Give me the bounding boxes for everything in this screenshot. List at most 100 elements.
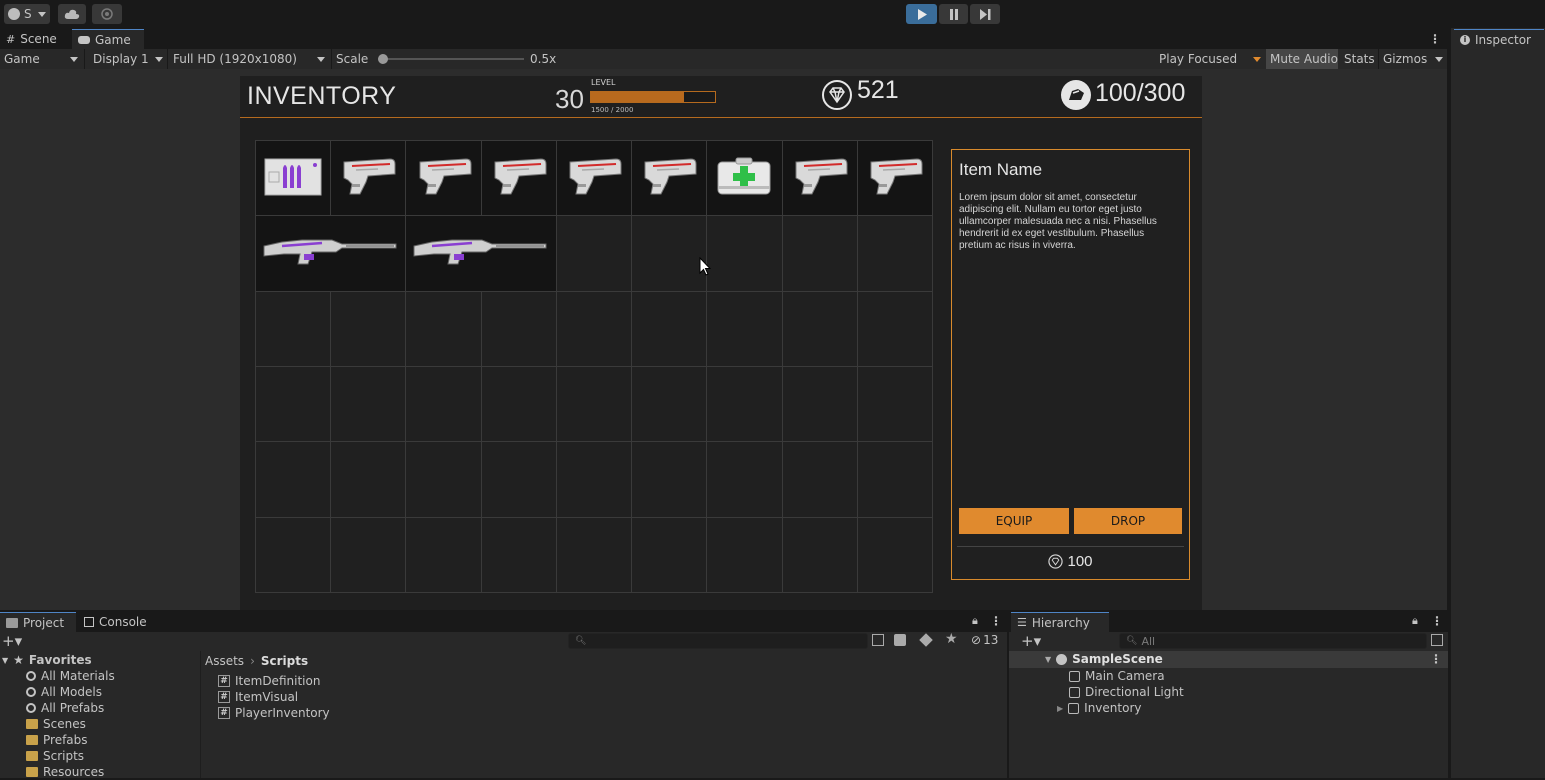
tab-scene[interactable]: # Scene: [0, 29, 63, 49]
hierarchy-object[interactable]: ▶ Inventory: [1057, 700, 1141, 716]
inventory-slot[interactable]: [781, 215, 858, 292]
folder-item[interactable]: Scenes: [26, 716, 86, 732]
label-icon[interactable]: [919, 633, 933, 647]
inventory-slot[interactable]: [706, 516, 783, 593]
inventory-item-pistol[interactable]: [856, 140, 933, 217]
inventory-item-pistol[interactable]: [781, 140, 858, 217]
inventory-slot[interactable]: [706, 215, 783, 292]
add-icon[interactable]: +▾: [1021, 632, 1041, 650]
display-dropdown[interactable]: Display 1: [89, 49, 167, 69]
inventory-slot[interactable]: [480, 516, 557, 593]
script-file[interactable]: # ItemVisual: [218, 689, 298, 705]
expand-arrow-icon[interactable]: ▶: [1057, 704, 1063, 713]
search-scope-icon[interactable]: [1431, 634, 1443, 646]
inventory-slot[interactable]: [555, 215, 633, 292]
inventory-slot[interactable]: [480, 290, 557, 367]
scale-slider[interactable]: [378, 54, 524, 64]
inventory-slot[interactable]: [706, 290, 783, 367]
inventory-slot[interactable]: [555, 366, 633, 443]
inventory-slot[interactable]: [555, 290, 633, 367]
inventory-slot[interactable]: [856, 441, 933, 518]
inventory-slot[interactable]: [555, 441, 633, 518]
inventory-slot[interactable]: [706, 366, 783, 443]
hierarchy-search-input[interactable]: 🔍︎ All: [1119, 633, 1427, 649]
favorite-item[interactable]: All Prefabs: [26, 700, 104, 716]
mute-audio-toggle[interactable]: Mute Audio: [1266, 49, 1338, 69]
pause-button[interactable]: [939, 4, 968, 24]
inventory-item-pistol[interactable]: [555, 140, 633, 217]
inventory-slot[interactable]: [706, 441, 783, 518]
inventory-slot[interactable]: [255, 290, 332, 367]
more-icon[interactable]: ⋮: [1430, 652, 1442, 666]
inventory-slot[interactable]: [255, 441, 332, 518]
inventory-item-pistol[interactable]: [480, 140, 557, 217]
inventory-item-rifle[interactable]: [255, 215, 407, 292]
inventory-slot[interactable]: [631, 366, 708, 443]
tab-console[interactable]: Console: [78, 612, 153, 632]
breadcrumb-assets[interactable]: Assets: [205, 654, 244, 668]
play-focused-dropdown[interactable]: Play Focused: [1155, 49, 1265, 69]
scene-row[interactable]: ▼ SampleScene ⋮: [1009, 651, 1448, 668]
hidden-packages-toggle[interactable]: ⊘ 13: [971, 633, 998, 647]
lock-icon[interactable]: 🔒︎: [1412, 614, 1418, 628]
inventory-slot[interactable]: [631, 290, 708, 367]
favorite-item[interactable]: All Models: [26, 684, 102, 700]
drop-button[interactable]: DROP: [1074, 508, 1182, 534]
tab-project[interactable]: Project: [0, 612, 76, 632]
inventory-item-pistol[interactable]: [405, 140, 482, 217]
scale-slider-handle[interactable]: [378, 54, 388, 64]
inventory-slot[interactable]: [405, 516, 482, 593]
filter-type-icon[interactable]: [894, 634, 906, 646]
inventory-slot[interactable]: [856, 290, 933, 367]
inventory-slot[interactable]: [255, 366, 332, 443]
project-search-input[interactable]: 🔍︎: [568, 633, 868, 649]
inventory-item-medkit[interactable]: [706, 140, 783, 217]
favorite-star-icon[interactable]: ★: [945, 631, 958, 647]
inventory-slot[interactable]: [405, 366, 482, 443]
inventory-slot[interactable]: [856, 215, 933, 292]
stats-toggle[interactable]: Stats: [1340, 49, 1378, 69]
inventory-slot[interactable]: [781, 441, 858, 518]
favorite-item[interactable]: All Materials: [26, 668, 115, 684]
step-button[interactable]: [970, 4, 1000, 24]
inventory-slot[interactable]: [255, 516, 332, 593]
equip-button[interactable]: EQUIP: [959, 508, 1069, 534]
favorites-header[interactable]: ▼ ★ Favorites: [2, 652, 92, 668]
inventory-slot[interactable]: [330, 366, 407, 443]
search-scope-icon[interactable]: [872, 634, 884, 646]
script-file[interactable]: # PlayerInventory: [218, 705, 330, 721]
add-icon[interactable]: +▾: [2, 632, 22, 650]
tab-hierarchy[interactable]: ☰ Hierarchy: [1011, 612, 1109, 632]
inventory-slot[interactable]: [405, 441, 482, 518]
inventory-slot[interactable]: [856, 516, 933, 593]
inventory-item-rifle[interactable]: [405, 215, 557, 292]
script-file[interactable]: # ItemDefinition: [218, 673, 320, 689]
folder-item[interactable]: Prefabs: [26, 732, 88, 748]
more-icon[interactable]: ⋮: [990, 614, 1002, 628]
more-icon[interactable]: ⋮: [1431, 614, 1443, 628]
play-button[interactable]: [906, 4, 937, 24]
inventory-slot[interactable]: [781, 290, 858, 367]
inventory-slot[interactable]: [856, 366, 933, 443]
inventory-slot[interactable]: [781, 516, 858, 593]
resolution-dropdown[interactable]: Full HD (1920x1080): [169, 49, 329, 69]
game-mode-dropdown[interactable]: Game: [0, 49, 82, 69]
breadcrumb-scripts[interactable]: Scripts: [261, 654, 308, 668]
tab-inspector[interactable]: i Inspector: [1454, 29, 1544, 49]
inventory-slot[interactable]: [480, 366, 557, 443]
inventory-slot[interactable]: [631, 215, 708, 292]
inventory-slot[interactable]: [330, 516, 407, 593]
cloud-icon[interactable]: [58, 4, 86, 24]
inventory-slot[interactable]: [480, 441, 557, 518]
lock-icon[interactable]: 🔒︎: [972, 614, 978, 628]
inventory-slot[interactable]: [781, 366, 858, 443]
inventory-item-ammo-box[interactable]: [255, 140, 332, 217]
inventory-item-pistol[interactable]: [631, 140, 708, 217]
hierarchy-object[interactable]: Directional Light: [1069, 684, 1184, 700]
collab-icon[interactable]: [92, 4, 122, 24]
inventory-slot[interactable]: [631, 441, 708, 518]
inventory-slot[interactable]: [555, 516, 633, 593]
inventory-slot[interactable]: [330, 290, 407, 367]
folder-item[interactable]: Scripts: [26, 748, 84, 764]
inventory-item-pistol[interactable]: [330, 140, 407, 217]
